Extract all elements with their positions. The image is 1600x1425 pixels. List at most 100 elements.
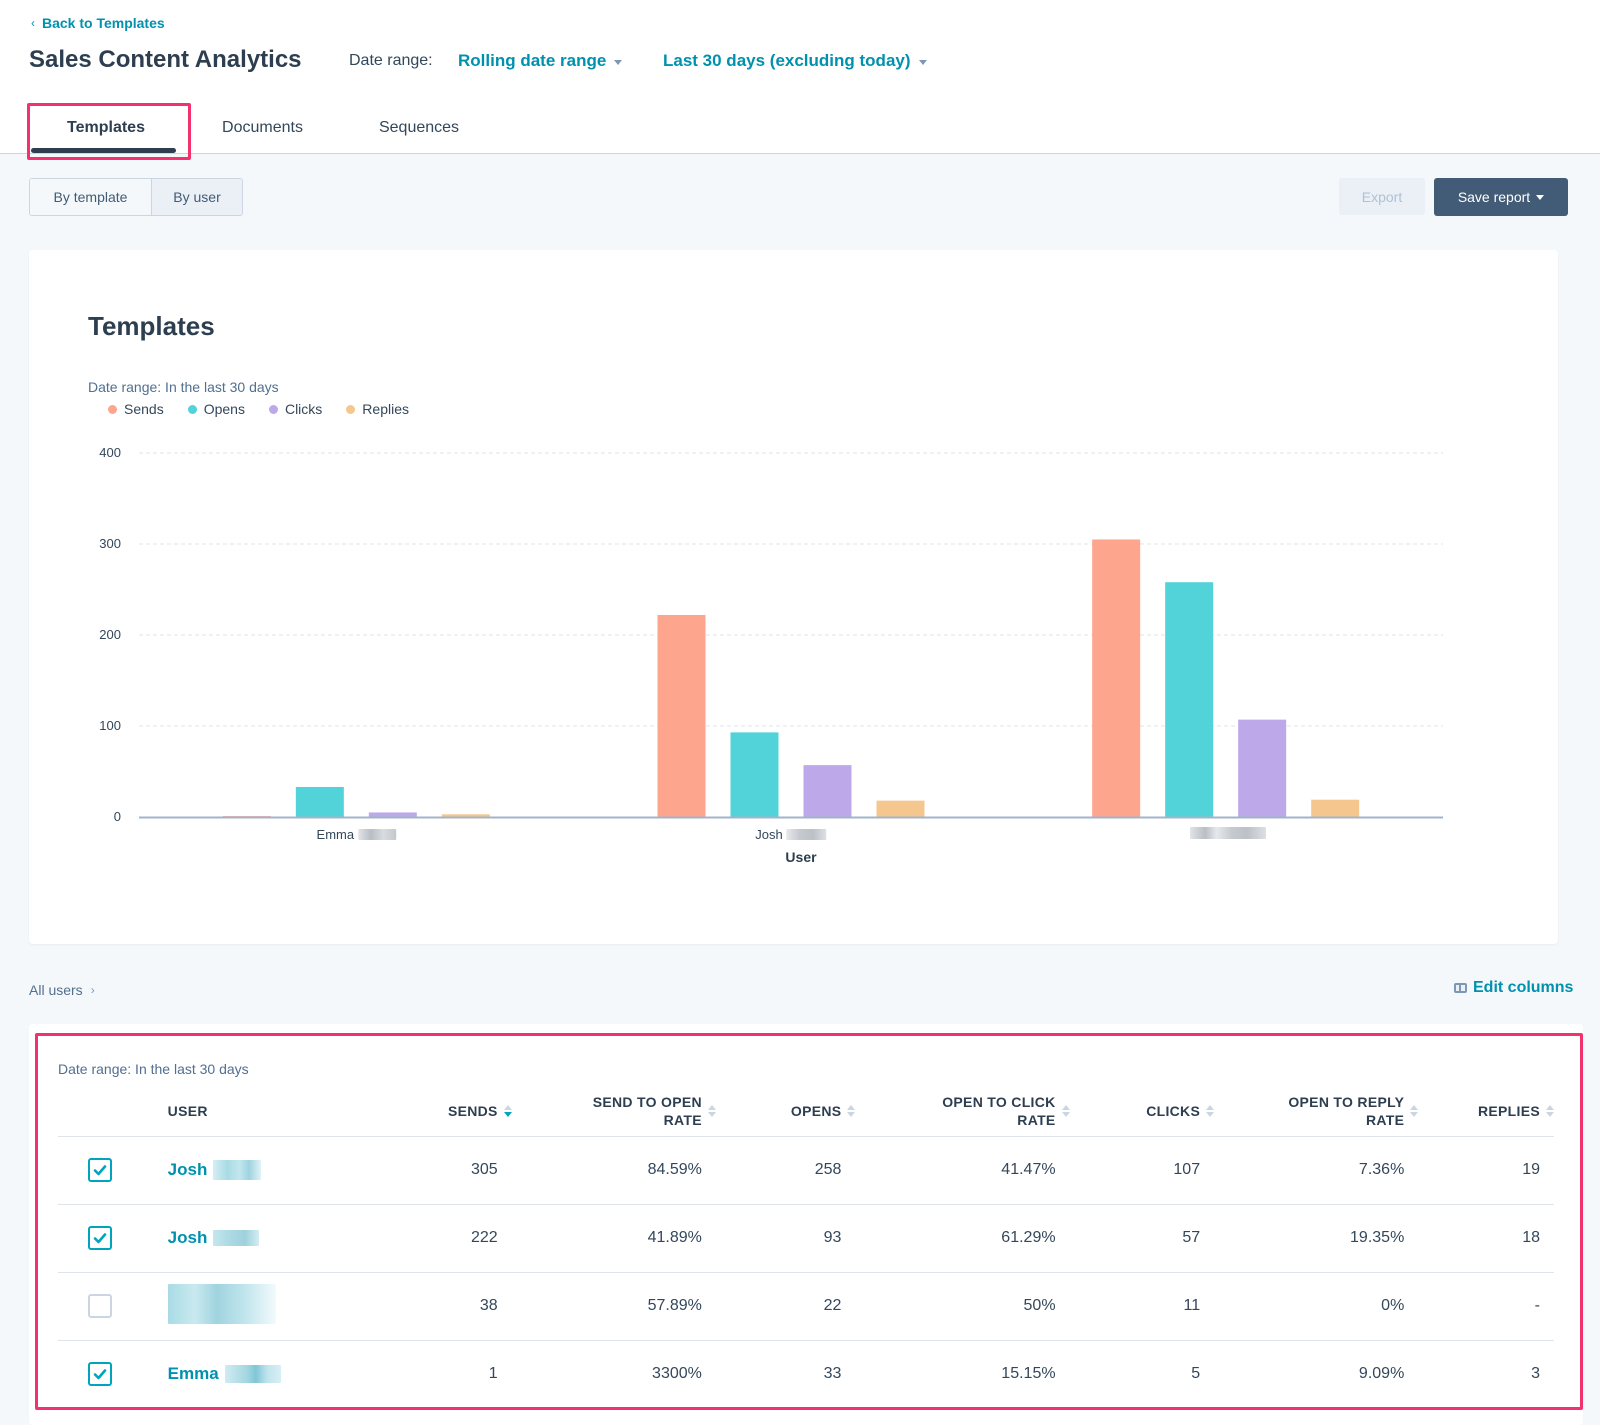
row-select-cell (58, 1272, 168, 1341)
save-report-button[interactable]: Save report (1434, 178, 1568, 216)
x-tick-label (1186, 827, 1266, 839)
legend-label: Replies (362, 401, 409, 417)
caret-down-icon (614, 59, 623, 65)
edit-columns-button[interactable]: Edit columns (1454, 979, 1573, 997)
cell-open-to-click-rate: 15.15% (855, 1340, 1070, 1409)
sort-icon[interactable] (1410, 1104, 1419, 1117)
chevron-right-icon: › (90, 983, 95, 997)
legend-label: Clicks (284, 401, 323, 417)
back-link-label: Back to Templates (42, 15, 165, 31)
user-link[interactable]: Josh (168, 1228, 260, 1248)
legend-dot-sends (108, 404, 117, 414)
user-link[interactable]: Josh (168, 1160, 262, 1180)
tab-label: Templates (67, 119, 145, 136)
cell-send-to-open-rate: 57.89% (511, 1272, 716, 1341)
edit-columns-label: Edit columns (1473, 979, 1574, 996)
row-checkbox[interactable] (88, 1226, 112, 1250)
header-label-line1: OPEN TO CLICK (942, 1093, 1056, 1110)
tab-templates[interactable]: Templates (30, 103, 182, 153)
cell-opens: 33 (715, 1340, 856, 1409)
header-select (58, 1086, 168, 1137)
header-send-to-open-rate[interactable]: SEND TO OPEN RATE (511, 1086, 716, 1137)
tab-documents[interactable]: Documents (205, 103, 320, 153)
header-open-to-click-rate[interactable]: OPEN TO CLICK RATE (855, 1086, 1070, 1137)
toggle-by-template[interactable]: By template (30, 179, 152, 215)
x-tick-label: Emma (317, 827, 397, 842)
cell-open-to-click-rate: 41.47% (855, 1136, 1070, 1205)
sort-icon[interactable] (1206, 1104, 1215, 1117)
header-label: CLICKS (1146, 1102, 1201, 1119)
header-label: SENDS (447, 1102, 498, 1119)
user-cell (167, 1272, 388, 1341)
breadcrumb-all-users[interactable]: All users › (29, 982, 95, 998)
cell-open-to-reply-rate: 0% (1214, 1272, 1419, 1341)
header-user: USER (167, 1086, 388, 1137)
row-select-cell (58, 1204, 168, 1273)
cell-open-to-click-rate: 50% (855, 1272, 1070, 1341)
chart-legend: Sends Opens Clicks Replies (108, 401, 409, 417)
cell-open-to-click-rate: 61.29% (855, 1204, 1070, 1273)
user-name: Josh (167, 1160, 208, 1179)
table-row: Emma 1 3300% 33 15.15% 5 9.09% 3 (58, 1340, 1554, 1409)
toggle-by-user[interactable]: By user (152, 179, 242, 215)
row-select-cell (58, 1136, 168, 1205)
page-title: Sales Content Analytics (29, 46, 302, 73)
redacted-name-blur (1189, 827, 1266, 839)
row-checkbox[interactable] (88, 1158, 112, 1182)
sort-desc-icon[interactable] (503, 1104, 512, 1117)
row-checkbox[interactable] (88, 1294, 112, 1318)
header-label-line1: OPEN TO REPLY (1288, 1093, 1405, 1110)
back-to-templates-link[interactable]: ‹ Back to Templates (31, 15, 165, 31)
cell-opens: 93 (715, 1204, 856, 1273)
header-clicks[interactable]: CLICKS (1069, 1086, 1215, 1137)
legend-item-sends[interactable]: Sends (108, 401, 164, 417)
user-cell: Emma (167, 1340, 388, 1409)
caret-down-icon (1536, 194, 1545, 200)
cell-open-to-reply-rate: 19.35% (1214, 1204, 1419, 1273)
date-range-type-dropdown[interactable]: Rolling date range (458, 51, 623, 71)
legend-item-replies[interactable]: Replies (346, 401, 409, 417)
cell-sends: 38 (387, 1272, 512, 1341)
user-link[interactable]: Emma (168, 1364, 281, 1384)
header-label-line2: RATE (1017, 1111, 1056, 1128)
checkmark-icon (93, 1233, 107, 1244)
sort-icon[interactable] (847, 1104, 856, 1117)
cell-replies: 3 (1418, 1340, 1554, 1409)
cell-send-to-open-rate: 84.59% (511, 1136, 716, 1205)
sort-icon[interactable] (1061, 1104, 1070, 1117)
tab-label: Documents (222, 119, 303, 136)
header-opens[interactable]: OPENS (715, 1086, 856, 1137)
header-replies[interactable]: REPLIES (1418, 1086, 1554, 1137)
header-label: REPLIES (1477, 1102, 1540, 1119)
legend-item-clicks[interactable]: Clicks (268, 401, 323, 417)
legend-item-opens[interactable]: Opens (187, 401, 245, 417)
date-range-value-dropdown[interactable]: Last 30 days (excluding today) (663, 51, 927, 71)
cell-send-to-open-rate: 3300% (511, 1340, 716, 1409)
sort-icon[interactable] (1546, 1104, 1554, 1117)
user-name: Josh (167, 1228, 208, 1247)
cell-clicks: 107 (1069, 1136, 1215, 1205)
cell-opens: 22 (715, 1272, 856, 1341)
table-row: Josh 222 41.89% 93 61.29% 57 19.35% 18 (58, 1204, 1554, 1273)
export-button[interactable]: Export (1339, 178, 1425, 215)
user-link[interactable] (167, 1283, 276, 1324)
cell-opens: 258 (715, 1136, 856, 1205)
sort-icon[interactable] (707, 1104, 716, 1117)
save-report-label: Save report (1457, 189, 1531, 205)
table-date-range: Date range: In the last 30 days (58, 1061, 249, 1077)
legend-label: Sends (124, 401, 164, 417)
cell-clicks: 57 (1069, 1204, 1215, 1273)
header-open-to-reply-rate[interactable]: OPEN TO REPLY RATE (1214, 1086, 1419, 1137)
cell-sends: 305 (387, 1136, 512, 1205)
row-checkbox[interactable] (88, 1362, 112, 1386)
table-header-row: USER SENDS SEND TO OPEN RATE OPENS OPEN T… (58, 1086, 1554, 1137)
chart-date-range: Date range: In the last 30 days (88, 379, 279, 395)
date-range-type-value: Rolling date range (458, 51, 607, 70)
date-range-value: Last 30 days (excluding today) (663, 51, 911, 70)
tab-sequences[interactable]: Sequences (365, 103, 473, 153)
x-tick-text: Josh (755, 827, 783, 842)
header-sends[interactable]: SENDS (387, 1086, 512, 1137)
cell-replies: 19 (1418, 1136, 1554, 1205)
legend-dot-clicks (268, 404, 278, 414)
header-label-line1: SEND TO OPEN (592, 1093, 702, 1110)
